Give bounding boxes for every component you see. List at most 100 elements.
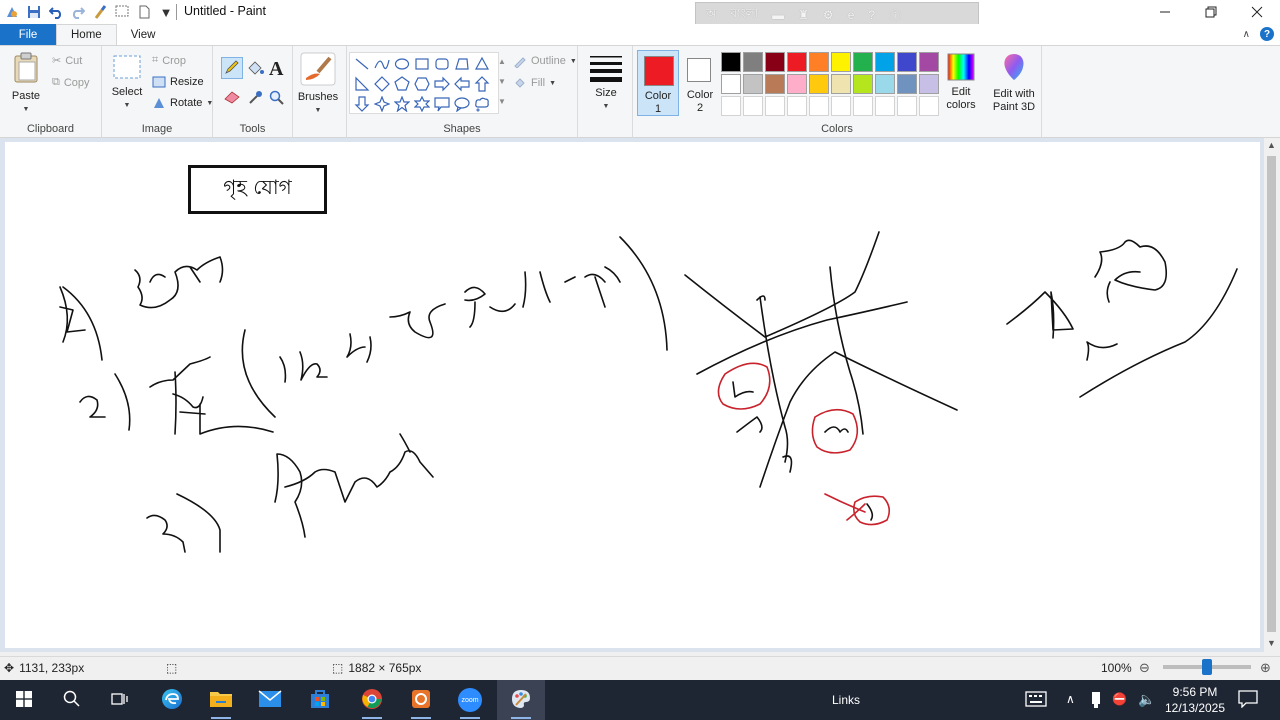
palette-color-swatch[interactable] [831, 52, 851, 72]
fill-button[interactable]: Fill ▼ [513, 76, 556, 90]
palette-color-swatch[interactable] [743, 52, 763, 72]
notifications-icon[interactable] [1238, 690, 1258, 711]
keyboard-ime-icon[interactable] [1025, 691, 1047, 710]
chrome-button[interactable] [348, 680, 396, 720]
pencil-tool[interactable] [221, 57, 243, 79]
paint-taskbar-button[interactable] [497, 680, 545, 720]
palette-color-swatch[interactable] [765, 52, 785, 72]
cut-button[interactable]: ✂ Cut [52, 54, 82, 68]
zoom-out-icon[interactable]: ⊖ [1139, 660, 1150, 676]
right-arrow-shape[interactable] [432, 74, 452, 94]
line-shape[interactable] [352, 54, 372, 74]
oval-callout-shape[interactable] [452, 94, 472, 114]
magnifier-tool[interactable] [269, 90, 285, 109]
oval-shape[interactable] [392, 54, 412, 74]
down-arrow-shape[interactable] [352, 94, 372, 114]
custom-color-slot[interactable] [897, 96, 917, 116]
links-toolbar[interactable]: Links [832, 693, 860, 707]
shapes-scroll-up-icon[interactable]: ▲ [498, 52, 506, 72]
search-button[interactable] [48, 680, 96, 720]
eraser-tool[interactable] [223, 90, 241, 107]
copy-button[interactable]: ⧉ Copy [52, 76, 90, 89]
office-lens-button[interactable] [397, 680, 445, 720]
up-arrow-shape[interactable] [472, 74, 492, 94]
usb-drive-icon[interactable] [1090, 691, 1102, 712]
ime-edge-icon[interactable]: e [848, 8, 855, 22]
curve-shape[interactable] [372, 54, 392, 74]
polygon-shape[interactable] [452, 54, 472, 74]
palette-color-swatch[interactable] [809, 52, 829, 72]
volume-icon[interactable]: 🔈 [1138, 691, 1155, 708]
start-button[interactable] [0, 680, 48, 720]
file-explorer-button[interactable] [197, 680, 245, 720]
color2-button[interactable]: Color 2 [683, 50, 717, 116]
network-icon[interactable]: ⛔ [1112, 692, 1127, 706]
size-button[interactable]: Size ▼ [586, 54, 626, 113]
custom-color-slot[interactable] [765, 96, 785, 116]
vertical-scrollbar[interactable]: ▲ ▼ [1264, 138, 1280, 652]
resize-button[interactable]: Resize [152, 76, 204, 88]
show-hidden-icons[interactable]: ∧ [1066, 692, 1075, 706]
save-icon[interactable] [26, 4, 42, 20]
ime-help-icon[interactable]: ? [868, 8, 875, 22]
minimize-button[interactable] [1142, 0, 1188, 24]
palette-color-swatch[interactable] [875, 52, 895, 72]
scroll-thumb[interactable] [1267, 156, 1276, 632]
ime-keyboard-icon[interactable]: ▬ [772, 8, 784, 22]
shapes-scroll[interactable]: ▲ ▼ ▼ [498, 52, 506, 112]
palette-color-swatch[interactable] [787, 74, 807, 94]
custom-color-slot[interactable] [853, 96, 873, 116]
custom-color-slot[interactable] [743, 96, 763, 116]
triangle-shape[interactable] [472, 54, 492, 74]
custom-color-slot[interactable] [919, 96, 939, 116]
ime-info-icon[interactable]: ⓘ [889, 7, 901, 24]
palette-color-swatch[interactable] [853, 74, 873, 94]
left-arrow-shape[interactable] [452, 74, 472, 94]
palette-color-swatch[interactable] [919, 74, 939, 94]
ime-language-label[interactable]: বাংলা [730, 5, 758, 25]
task-view-button[interactable] [96, 680, 144, 720]
crop-button[interactable]: ⌗ Crop [152, 54, 186, 67]
new-file-icon[interactable] [136, 4, 152, 20]
palette-color-swatch[interactable] [897, 74, 917, 94]
custom-color-slot[interactable] [875, 96, 895, 116]
undo-icon[interactable] [48, 4, 64, 20]
rect-callout-shape[interactable] [432, 94, 452, 114]
right-triangle-shape[interactable] [352, 74, 372, 94]
paste-button[interactable]: Paste ▼ [8, 52, 44, 116]
color1-button[interactable]: Color 1 [637, 50, 679, 116]
outline-button[interactable]: Outline ▼ [513, 54, 577, 68]
four-point-star-shape[interactable] [372, 94, 392, 114]
scroll-up-icon[interactable]: ▲ [1267, 140, 1276, 150]
restore-button[interactable] [1188, 0, 1234, 24]
pentagon-shape[interactable] [392, 74, 412, 94]
tab-home[interactable]: Home [56, 24, 117, 46]
palette-color-swatch[interactable] [809, 74, 829, 94]
zoom-app-button[interactable]: zoom [446, 680, 494, 720]
diamond-shape[interactable] [372, 74, 392, 94]
custom-color-slot[interactable] [721, 96, 741, 116]
ime-tool-icon[interactable]: ♜ [798, 8, 809, 22]
palette-color-swatch[interactable] [853, 52, 873, 72]
brush-qat-icon[interactable] [92, 4, 108, 20]
palette-color-swatch[interactable] [743, 74, 763, 94]
ime-settings-icon[interactable]: ⚙ [823, 8, 834, 22]
rotate-button[interactable]: Rotate ▼ [152, 97, 213, 109]
rectangle-shape[interactable] [412, 54, 432, 74]
clock[interactable]: 9:56 PM 12/13/2025 [1160, 684, 1230, 716]
palette-color-swatch[interactable] [919, 52, 939, 72]
zoom-slider-thumb[interactable] [1202, 659, 1212, 675]
palette-color-swatch[interactable] [831, 74, 851, 94]
palette-color-swatch[interactable] [875, 74, 895, 94]
store-button[interactable] [296, 680, 344, 720]
tab-view[interactable]: View [117, 24, 170, 46]
palette-color-swatch[interactable] [765, 74, 785, 94]
hexagon-shape[interactable] [412, 74, 432, 94]
custom-color-slot[interactable] [787, 96, 807, 116]
select-button[interactable]: Select ▼ [109, 54, 145, 112]
drawing-canvas[interactable]: গৃহ যোগ [5, 142, 1260, 648]
text-tool[interactable]: A [269, 58, 283, 81]
customize-qat-icon[interactable]: ▼ [158, 4, 174, 20]
palette-color-swatch[interactable] [787, 52, 807, 72]
collapse-ribbon-icon[interactable]: ∧ [1243, 29, 1250, 40]
